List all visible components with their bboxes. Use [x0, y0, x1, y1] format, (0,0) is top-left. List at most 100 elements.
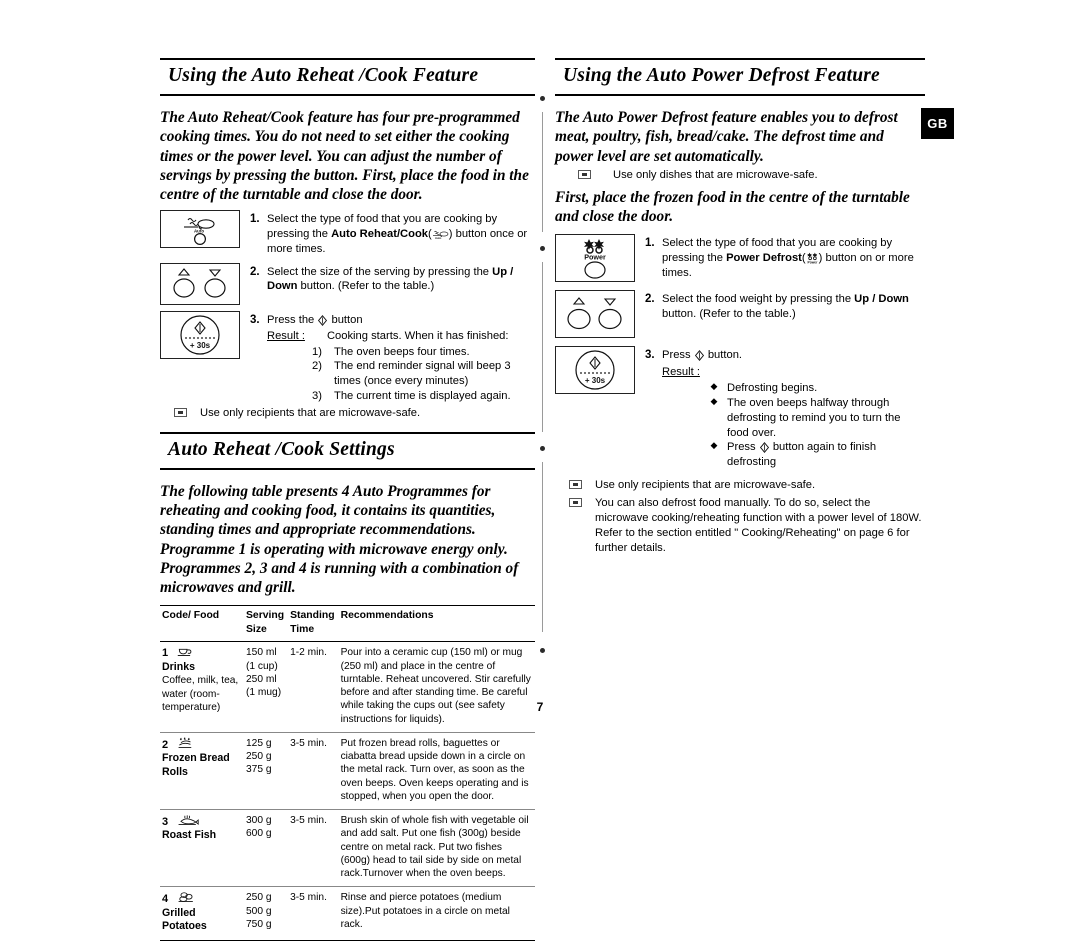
start-plus30s-button-icon[interactable]: + 30s: [160, 310, 240, 359]
column-header-serving-size: Serving Size: [244, 605, 289, 643]
step-text-3: 3. Press button. Result : ◆ Defrosting b…: [645, 346, 925, 470]
step-number: 3.: [645, 349, 655, 362]
result-item: 3) The current time is displayed again.: [250, 389, 535, 404]
drinks-cup-icon: [177, 649, 192, 657]
note-box-icon: [160, 406, 200, 422]
result-label: Result :: [267, 329, 305, 342]
result-item: ◆ The oven beeps halfway through defrost…: [645, 396, 925, 440]
start-diamond-inline-icon: [318, 314, 328, 326]
fold-cut-line: [540, 96, 545, 706]
intro-paragraph-auto-reheat-cook: The Auto Reheat/Cook feature has four pr…: [160, 109, 529, 204]
step-text-after: button. (Refer to the table.): [662, 308, 796, 321]
step-row-3: + 30s 3. Press the button Result : Cooki…: [160, 310, 535, 404]
page-title-auto-reheat-cook: Using the Auto Reheat /Cook Feature: [168, 65, 479, 86]
cell-code-food: 1 Drinks Coffee, milk, tea, water (room-…: [160, 641, 244, 733]
intro-paragraph-power-defrost: The Auto Power Defrost feature enables y…: [555, 109, 898, 165]
result-text: The current time is displayed again.: [334, 389, 511, 402]
step-text-before: Select the food weight by pressing the: [662, 293, 855, 306]
table-row: 1 Drinks Coffee, milk, tea, water (room-…: [160, 641, 535, 733]
step-body: Press button.: [662, 348, 925, 363]
left-column: Using the Auto Reheat /Cook Feature The …: [160, 58, 535, 941]
diamond-bullet-icon: ◆: [710, 396, 718, 407]
svg-text:Power: Power: [807, 260, 818, 264]
power-defrost-inline-icon: Power: [806, 252, 818, 264]
step-row-3: + 30s 3. Press button. Result : ◆ Defros…: [555, 346, 925, 470]
cell-standing-time: 1-2 min.: [288, 641, 339, 733]
page-title-auto-power-defrost: Using the Auto Power Defrost Feature: [563, 65, 880, 86]
table-row: 2 Frozen Bread Rolls 125 g 250 g 375 g 3…: [160, 732, 535, 811]
result-text: The end reminder signal will beep 3 time…: [334, 360, 511, 388]
cell-serving-size: 150 ml (1 cup) 250 ml (1 mug): [244, 641, 289, 733]
result-text-before: Press: [727, 441, 759, 454]
column-header-code-food: Code/ Food: [160, 605, 244, 643]
result-marker: 1): [312, 345, 322, 358]
step-text-before: Select the size of the serving by pressi…: [267, 265, 493, 278]
note-box-icon: [555, 168, 613, 184]
note-text: Use only recipients that are microwave-s…: [595, 478, 816, 491]
cell-code-food: 2 Frozen Bread Rolls: [160, 732, 244, 811]
food-name: Grilled Potatoes: [162, 906, 207, 933]
svg-text:Auto: Auto: [435, 236, 442, 240]
step-body: Press the button: [267, 313, 535, 328]
step-body: Select the type of food that you are coo…: [267, 213, 528, 255]
note-text: You can also defrost food manually. To d…: [595, 496, 922, 554]
cell-serving-size: 125 g 250 g 375 g: [244, 732, 289, 811]
step-text-before: Press: [662, 349, 694, 362]
locale-badge: GB: [921, 108, 954, 139]
start-plus30s-button-icon[interactable]: + 30s: [555, 346, 635, 395]
result-text: The oven beeps four times.: [334, 345, 470, 358]
section-header-auto-reheat-cook: Using the Auto Reheat /Cook Feature: [160, 58, 535, 96]
code-number: 4: [162, 893, 169, 906]
step-body: Select the food weight by pressing the U…: [662, 292, 925, 322]
result-spacer: [250, 329, 267, 344]
step-text-3: 3. Press the button Result : Cooking sta…: [250, 311, 535, 404]
power-defrost-button-icon[interactable]: Power: [555, 234, 635, 283]
plus30s-label: + 30s: [585, 376, 606, 385]
cell-standing-time: 3-5 min.: [288, 732, 339, 811]
up-down-button-icon[interactable]: [555, 290, 635, 339]
result-item: ◆ Press button again to finish defrostin…: [645, 440, 925, 470]
up-down-button-icon[interactable]: [160, 262, 240, 305]
result-text: Defrosting begins.: [727, 382, 818, 395]
food-name: Frozen Bread Rolls: [162, 752, 230, 778]
step-row-1: Auto 1. Select the type of food that you…: [160, 210, 535, 256]
step-text-1: 1. Select the type of food that you are …: [250, 210, 535, 256]
result-text: The oven beeps halfway through defrostin…: [727, 397, 901, 439]
table-row: 3 Roast Fish 300 g 600 g 3-5 min. Brush …: [160, 809, 535, 888]
step-number: 2.: [250, 265, 260, 278]
diamond-bullet-icon: ◆: [710, 440, 718, 451]
step-bold-label: Up / Down: [854, 293, 909, 306]
step-text-2: 2. Select the food weight by pressing th…: [645, 290, 925, 338]
roast-fish-icon: [178, 815, 199, 826]
start-diamond-inline-icon: [759, 442, 769, 454]
step-text-2: 2. Select the size of the serving by pre…: [250, 263, 535, 305]
power-defrost-glyph: Power: [584, 239, 606, 279]
table-row: 4 Grilled Potatoes 250 g 500 g 750 g 3-5…: [160, 886, 535, 941]
document-page: GB Using the Auto Reheat /Cook Feature T…: [0, 0, 1080, 941]
plus30s-label: + 30s: [190, 341, 211, 350]
cell-recommendations: Rinse and pierce potatoes (medium size).…: [338, 886, 535, 941]
step-row-1: Power 1. Select the type of food that yo…: [555, 234, 925, 283]
grilled-potatoes-icon: [178, 892, 193, 903]
cell-recommendations: Brush skin of whole fish with vegetable …: [338, 809, 535, 888]
step-body: Select the type of food that you are coo…: [662, 237, 914, 279]
step-bold-label: Auto Reheat/Cook: [331, 228, 429, 241]
step-text-after: button.: [704, 349, 743, 362]
note-text: Use only dishes that are microwave-safe.: [613, 168, 818, 181]
cell-code-food: 3 Roast Fish: [160, 809, 244, 888]
power-label: Power: [584, 253, 606, 262]
note-text: Use only recipients that are microwave-s…: [200, 406, 421, 419]
result-marker: 2): [312, 360, 322, 373]
auto-reheat-cook-button-icon[interactable]: Auto: [160, 210, 240, 249]
start-plus30s-glyph: + 30s: [575, 350, 615, 390]
frozen-bread-rolls-icon: [178, 737, 192, 748]
note-box-icon: [555, 478, 595, 494]
step-body: Select the size of the serving by pressi…: [267, 265, 535, 295]
step-row-2: 2. Select the food weight by pressing th…: [555, 290, 925, 339]
code-number: 3: [162, 816, 169, 829]
note-row-dishes-microwave-safe: Use only dishes that are microwave-safe.: [555, 168, 925, 184]
result-text-press: Press button again to finish defrosting: [727, 440, 925, 470]
step-number: 1.: [645, 237, 655, 250]
column-header-standing-time: Standing Time: [288, 605, 339, 643]
cell-recommendations: Pour into a ceramic cup (150 ml) or mug …: [338, 641, 535, 733]
